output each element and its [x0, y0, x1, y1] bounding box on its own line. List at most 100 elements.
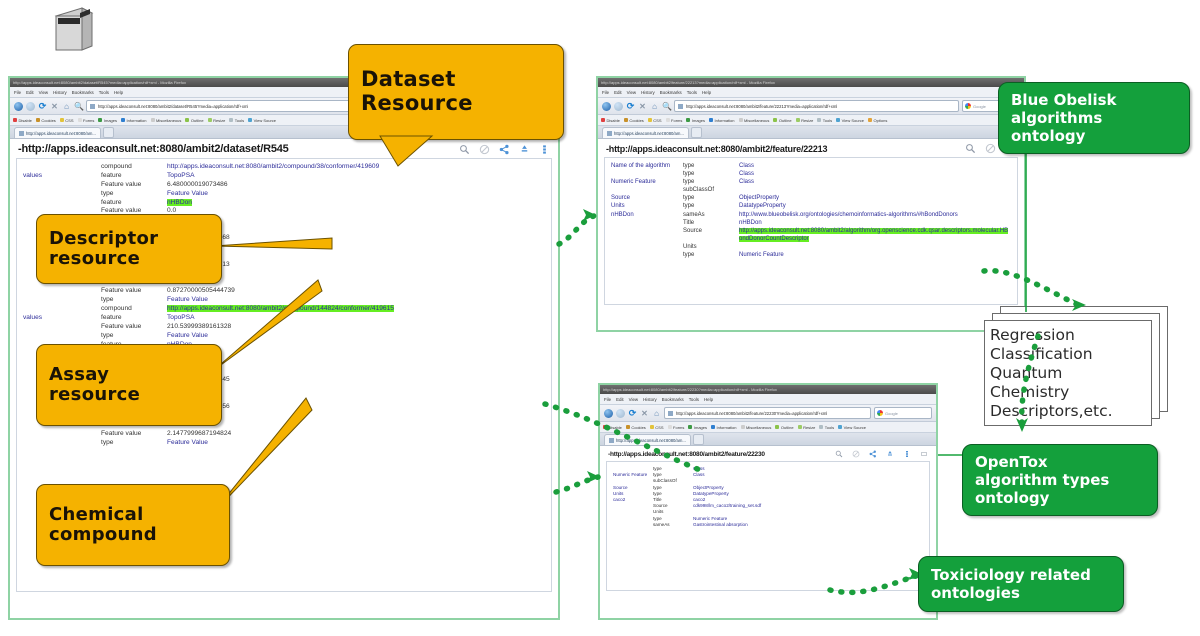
devbar-item-options[interactable]: Options: [868, 118, 887, 123]
devbar-item-tools[interactable]: Tools: [229, 118, 244, 123]
address-bar[interactable]: http://apps.ideaconsult.net:8080/ambit2/…: [664, 407, 871, 419]
browser-window-feature22213[interactable]: http://apps.ideaconsult.net:8080/ambit2/…: [596, 76, 1026, 332]
zoom-icon[interactable]: [835, 450, 843, 458]
search-bar[interactable]: Google: [874, 407, 932, 419]
download-icon[interactable]: [519, 144, 530, 155]
tab-strip[interactable]: http://apps.ideaconsult.net:8080/am...: [600, 433, 936, 446]
devbar-item-view-source[interactable]: View Source: [838, 425, 866, 430]
menu-edit[interactable]: Edit: [614, 90, 622, 95]
navigation-bar[interactable]: ⟳ ✕ ⌂ 🔍 http://apps.ideaconsult.net:8080…: [598, 98, 1024, 115]
menu-bookmarks[interactable]: Bookmarks: [660, 90, 682, 95]
devbar-item-outline[interactable]: Outline: [185, 118, 204, 123]
new-tab-button[interactable]: [102, 127, 114, 138]
devbar-item-information[interactable]: Information: [711, 425, 737, 430]
tab-strip[interactable]: http://apps.ideaconsult.net:8080/am...: [598, 126, 1024, 139]
devbar-item-outline[interactable]: Outline: [773, 118, 792, 123]
reload-icon[interactable]: ⟳: [38, 101, 47, 111]
devbar-item-information[interactable]: Information: [121, 118, 147, 123]
menu-edit[interactable]: Edit: [26, 90, 34, 95]
menu-history[interactable]: History: [641, 90, 655, 95]
home-icon[interactable]: ⌂: [652, 409, 661, 418]
menu-bar[interactable]: File Edit View History Bookmarks Tools H…: [600, 394, 936, 405]
new-tab-button[interactable]: [690, 127, 702, 138]
devbar-item-cookies[interactable]: Cookies: [35, 118, 56, 123]
forward-icon[interactable]: [614, 101, 623, 111]
forward-icon[interactable]: [26, 101, 35, 111]
menu-bar[interactable]: File Edit View History Bookmarks Tools H…: [598, 87, 1024, 98]
stop-icon[interactable]: ✕: [640, 409, 649, 418]
menu-tools[interactable]: Tools: [689, 397, 699, 402]
search-icon[interactable]: 🔍: [74, 102, 84, 111]
reload-icon[interactable]: ⟳: [626, 101, 635, 111]
devbar-item-miscellaneous[interactable]: Miscellaneous: [740, 425, 771, 430]
menu-bookmarks[interactable]: Bookmarks: [662, 397, 684, 402]
menu-help[interactable]: Help: [114, 90, 123, 95]
devbar-item-tools[interactable]: Tools: [819, 425, 834, 430]
devbar-item-forms[interactable]: Forms: [77, 118, 94, 123]
devbar-item-information[interactable]: Information: [709, 118, 735, 123]
menu-view[interactable]: View: [627, 90, 636, 95]
tab-feature22230[interactable]: http://apps.ideaconsult.net:8080/am...: [604, 434, 691, 445]
menu-tools[interactable]: Tools: [687, 90, 697, 95]
new-tab-button[interactable]: [692, 434, 704, 445]
back-icon[interactable]: [602, 101, 611, 111]
menu-history[interactable]: History: [643, 397, 657, 402]
menu-help[interactable]: Help: [702, 90, 711, 95]
devbar-item-images[interactable]: Images: [688, 425, 707, 430]
devbar-item-resize[interactable]: Resize: [797, 425, 815, 430]
devbar-item-resize[interactable]: Resize: [795, 118, 813, 123]
devbar-item-outline[interactable]: Outline: [775, 425, 794, 430]
devbar-item-view-source[interactable]: View Source: [248, 118, 276, 123]
devbar-item-cookies[interactable]: Cookies: [625, 425, 646, 430]
share-icon[interactable]: [499, 144, 510, 155]
devbar-item-resize[interactable]: Resize: [207, 118, 225, 123]
browser-window-feature22230[interactable]: http://apps.ideaconsult.net:8080/ambit2/…: [598, 383, 938, 620]
home-icon[interactable]: ⌂: [62, 102, 71, 111]
devbar-item-cookies[interactable]: Cookies: [623, 118, 644, 123]
devbar-item-tools[interactable]: Tools: [817, 118, 832, 123]
print-icon[interactable]: [920, 450, 928, 458]
search-icon[interactable]: 🔍: [662, 102, 672, 111]
page-tool-icons[interactable]: [459, 144, 550, 155]
refresh-icon[interactable]: [479, 144, 490, 155]
reload-icon[interactable]: ⟳: [628, 408, 637, 418]
devbar-item-images[interactable]: Images: [98, 118, 117, 123]
zoom-icon[interactable]: [965, 143, 976, 154]
devbar-item-css[interactable]: CSS: [649, 425, 664, 430]
devbar-item-disable[interactable]: Disable: [13, 118, 32, 123]
menu-icon[interactable]: [903, 450, 911, 458]
share-icon[interactable]: [869, 450, 877, 458]
back-icon[interactable]: [604, 408, 613, 418]
menu-tools[interactable]: Tools: [99, 90, 109, 95]
tab-feature22213[interactable]: http://apps.ideaconsult.net:8080/am...: [602, 127, 689, 138]
web-developer-toolbar[interactable]: Disable Cookies CSS Forms Images Informa…: [598, 115, 1024, 126]
back-icon[interactable]: [14, 101, 23, 111]
menu-file[interactable]: File: [604, 397, 611, 402]
menu-edit[interactable]: Edit: [616, 397, 624, 402]
refresh-icon[interactable]: [852, 450, 860, 458]
tab-dataset[interactable]: http://apps.ideaconsult.net:8080/am...: [14, 127, 101, 138]
menu-help[interactable]: Help: [704, 397, 713, 402]
devbar-item-disable[interactable]: Disable: [601, 118, 620, 123]
address-bar[interactable]: http://apps.ideaconsult.net:8080/ambit2/…: [674, 100, 959, 112]
devbar-item-forms[interactable]: Forms: [665, 118, 682, 123]
web-developer-toolbar[interactable]: Disable Cookies CSS Forms Images Informa…: [600, 422, 936, 433]
home-icon[interactable]: ⌂: [650, 102, 659, 111]
menu-history[interactable]: History: [53, 90, 67, 95]
devbar-item-disable[interactable]: Disable: [603, 425, 622, 430]
devbar-item-forms[interactable]: Forms: [667, 425, 684, 430]
devbar-item-css[interactable]: CSS: [647, 118, 662, 123]
devbar-item-miscellaneous[interactable]: Miscellaneous: [738, 118, 769, 123]
menu-bookmarks[interactable]: Bookmarks: [72, 90, 94, 95]
stop-icon[interactable]: ✕: [50, 102, 59, 111]
stop-icon[interactable]: ✕: [638, 102, 647, 111]
zoom-icon[interactable]: [459, 144, 470, 155]
devbar-item-images[interactable]: Images: [686, 118, 705, 123]
menu-file[interactable]: File: [602, 90, 609, 95]
devbar-item-miscellaneous[interactable]: Miscellaneous: [150, 118, 181, 123]
refresh-icon[interactable]: [985, 143, 996, 154]
devbar-item-css[interactable]: CSS: [59, 118, 74, 123]
menu-view[interactable]: View: [629, 397, 638, 402]
download-icon[interactable]: [886, 450, 894, 458]
menu-icon[interactable]: [539, 144, 550, 155]
